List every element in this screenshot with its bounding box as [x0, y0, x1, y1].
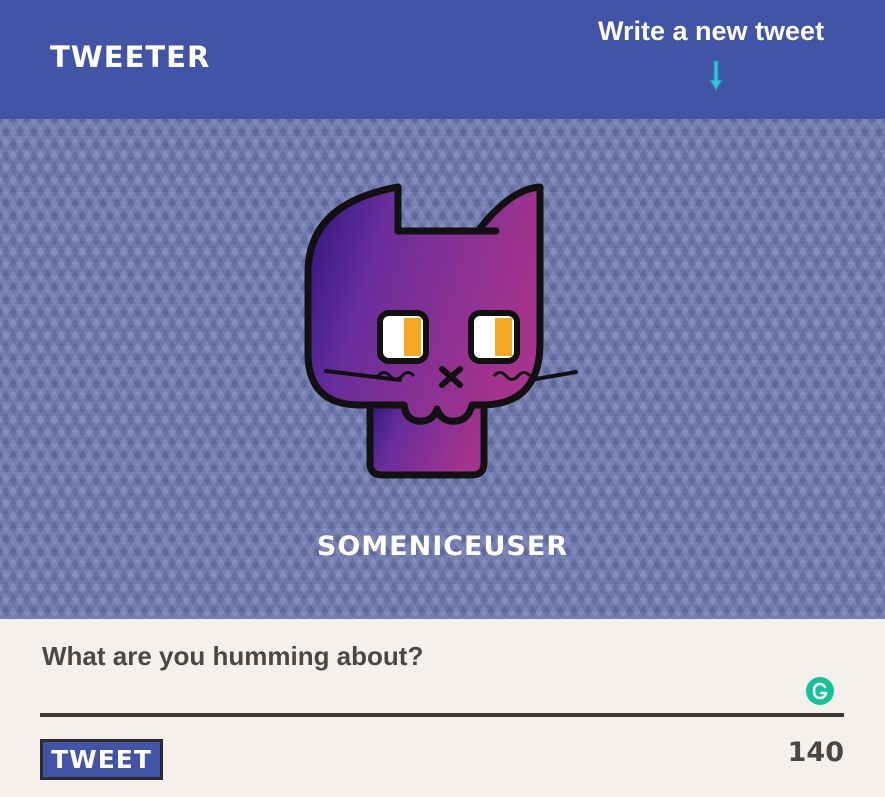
tweet-composer: TWEET 140 [0, 619, 885, 797]
arrow-down-icon [709, 60, 723, 91]
grammarly-icon[interactable] [806, 677, 834, 705]
cat-avatar-icon [304, 183, 578, 479]
character-counter: 140 [787, 737, 844, 768]
header: TWEETER Write a new tweet [0, 0, 885, 119]
write-new-tweet-link[interactable]: Write a new tweet [598, 16, 824, 47]
app-logo[interactable]: TWEETER [50, 40, 210, 74]
profile-username: SOMENICEUSER [316, 531, 569, 562]
tweet-input[interactable] [40, 641, 844, 717]
tweet-button[interactable]: TWEET [40, 739, 163, 780]
profile-banner: SOMENICEUSER [0, 119, 885, 619]
